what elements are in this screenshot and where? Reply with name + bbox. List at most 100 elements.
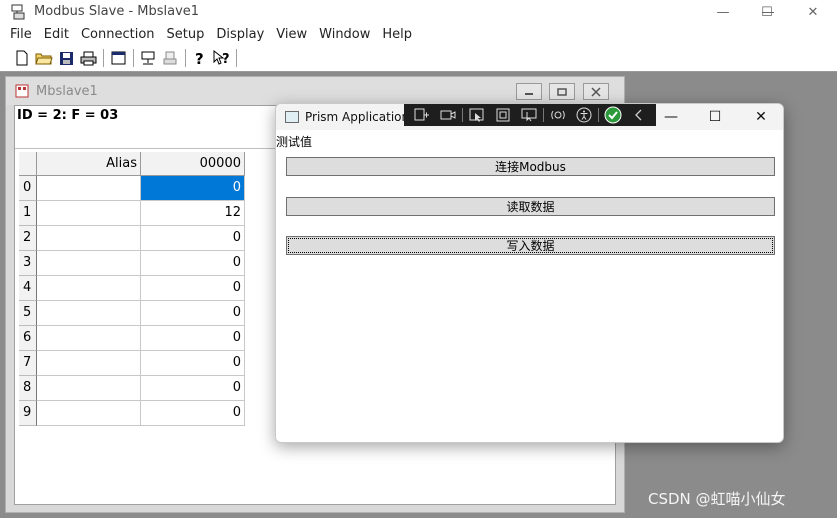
row-header[interactable]: 3 — [19, 251, 37, 276]
prism-content: 测试值 连接Modbus 读取数据 写入数据 — [276, 130, 783, 442]
slave-id-function-line: ID = 2: F = 03 — [17, 108, 119, 123]
toolbar-separator — [103, 49, 104, 67]
track-focus-icon[interactable] — [517, 105, 541, 125]
minimize-icon: — — [716, 4, 730, 20]
connect-icon[interactable] — [138, 48, 158, 68]
prism-title: Prism Application — [305, 110, 410, 124]
toolbar: ? ? — [0, 46, 837, 72]
close-icon — [591, 86, 601, 97]
menu-view[interactable]: View — [270, 24, 313, 46]
binding-ok-icon[interactable] — [601, 105, 625, 125]
maximize-button[interactable]: ☐ — [744, 0, 790, 24]
open-folder-icon[interactable] — [34, 48, 54, 68]
row-header[interactable]: 0 — [19, 176, 37, 201]
select-element-icon[interactable] — [465, 105, 489, 125]
prism-minimize-button[interactable]: — — [648, 104, 694, 130]
hot-reload-icon[interactable] — [546, 105, 570, 125]
register-value-cell[interactable]: 0 — [141, 176, 245, 201]
alias-cell[interactable] — [37, 351, 141, 376]
print-icon[interactable] — [78, 48, 98, 68]
alias-cell[interactable] — [37, 251, 141, 276]
restore-icon — [557, 87, 567, 96]
context-help-icon[interactable]: ? — [212, 48, 232, 68]
minimize-icon — [525, 92, 533, 95]
toolbar-separator — [236, 49, 237, 67]
register-value-cell[interactable]: 0 — [141, 276, 245, 301]
address-column-header[interactable]: 00000 — [141, 152, 245, 176]
menu-file[interactable]: File — [4, 24, 38, 46]
menu-connection[interactable]: Connection — [75, 24, 161, 46]
grid-corner — [19, 152, 37, 176]
alias-cell[interactable] — [37, 176, 141, 201]
alias-cell[interactable] — [37, 326, 141, 351]
record-icon[interactable] — [436, 105, 460, 125]
row-header[interactable]: 9 — [19, 401, 37, 426]
alias-cell[interactable] — [37, 201, 141, 226]
child-minimize-button[interactable] — [516, 83, 542, 100]
prism-maximize-button[interactable]: ☐ — [692, 104, 738, 130]
maximize-icon: ☐ — [708, 109, 722, 125]
connect-modbus-button[interactable]: 连接Modbus — [286, 157, 775, 176]
alias-cell[interactable] — [37, 376, 141, 401]
register-value-cell[interactable]: 0 — [141, 376, 245, 401]
toolbar-separator — [133, 49, 134, 67]
row-header[interactable]: 7 — [19, 351, 37, 376]
menu-window[interactable]: Window — [313, 24, 376, 46]
xaml-debug-toolbar — [404, 104, 656, 126]
wpf-app-icon — [285, 111, 299, 123]
register-value-cell[interactable]: 12 — [141, 201, 245, 226]
read-data-button[interactable]: 读取数据 — [286, 197, 775, 216]
menu-help[interactable]: Help — [376, 24, 418, 46]
toolbar-separator — [462, 108, 463, 122]
row-header[interactable]: 4 — [19, 276, 37, 301]
child-close-button[interactable] — [583, 83, 609, 100]
modbus-doc-icon — [15, 84, 29, 98]
help-icon[interactable]: ? — [190, 48, 210, 68]
alias-cell[interactable] — [37, 276, 141, 301]
menu-edit[interactable]: Edit — [38, 24, 75, 46]
register-value-cell[interactable]: 0 — [141, 251, 245, 276]
save-icon[interactable] — [56, 48, 76, 68]
menu-bar: File Edit Connection Setup Display View … — [0, 24, 837, 46]
child-title-bar[interactable]: Mbslave1 — [6, 77, 624, 105]
row-header[interactable]: 6 — [19, 326, 37, 351]
child-title: Mbslave1 — [36, 84, 98, 99]
maximize-icon: ☐ — [761, 4, 773, 20]
write-data-button[interactable]: 写入数据 — [286, 236, 775, 255]
app-title: Modbus Slave - Mbslave1 — [34, 4, 200, 19]
close-icon: ✕ — [755, 109, 767, 125]
register-value-cell[interactable]: 0 — [141, 226, 245, 251]
alias-cell[interactable] — [37, 301, 141, 326]
child-restore-button[interactable] — [549, 83, 575, 100]
toolbar-separator — [598, 108, 599, 122]
window-icon[interactable] — [108, 48, 128, 68]
alias-cell[interactable] — [37, 401, 141, 426]
alias-cell[interactable] — [37, 226, 141, 251]
disconnect-icon[interactable] — [160, 48, 180, 68]
minimize-button[interactable]: — — [700, 0, 746, 24]
alias-column-header[interactable]: Alias — [37, 152, 141, 176]
row-header[interactable]: 5 — [19, 301, 37, 326]
new-document-icon[interactable] — [12, 48, 32, 68]
display-layout-icon[interactable] — [491, 105, 515, 125]
toolbar-separator — [543, 108, 544, 122]
prism-application-window: Prism Application — ☐ ✕ 测试值 连接Modbus 读取数… — [275, 103, 784, 443]
menu-display[interactable]: Display — [210, 24, 270, 46]
svg-text:?: ? — [222, 52, 230, 66]
register-value-cell[interactable]: 0 — [141, 301, 245, 326]
prism-title-bar[interactable]: Prism Application — ☐ ✕ — [276, 104, 783, 130]
menu-setup[interactable]: Setup — [161, 24, 211, 46]
row-header[interactable]: 8 — [19, 376, 37, 401]
close-button[interactable]: ✕ — [790, 0, 836, 24]
modbus-app-icon — [10, 4, 26, 20]
prism-close-button[interactable]: ✕ — [738, 104, 783, 130]
accessibility-icon[interactable] — [572, 105, 596, 125]
minimize-icon: — — [664, 109, 678, 125]
register-value-cell[interactable]: 0 — [141, 326, 245, 351]
register-value-cell[interactable]: 0 — [141, 351, 245, 376]
live-visual-tree-icon[interactable] — [410, 105, 434, 125]
register-value-cell[interactable]: 0 — [141, 401, 245, 426]
row-header[interactable]: 2 — [19, 226, 37, 251]
row-header[interactable]: 1 — [19, 201, 37, 226]
close-icon: ✕ — [807, 4, 819, 20]
